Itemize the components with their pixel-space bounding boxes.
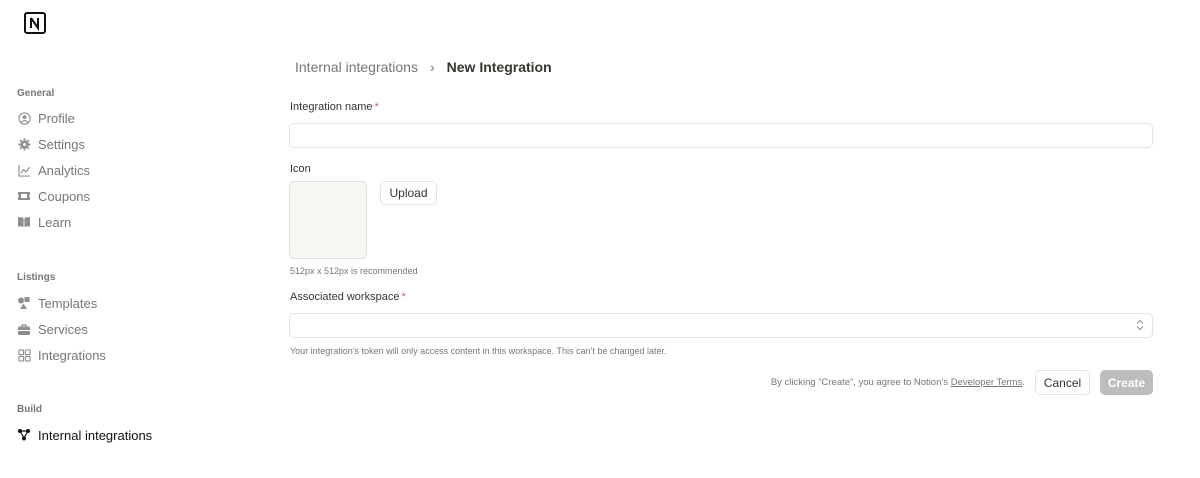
integration-name-input[interactable] [290, 124, 1168, 147]
sidebar-item-label: Services [38, 321, 88, 337]
sidebar-item-learn[interactable]: Learn [17, 211, 71, 233]
sidebar-item-analytics[interactable]: Analytics [17, 159, 90, 181]
required-marker: * [374, 101, 379, 113]
sidebar-item-label: Templates [38, 295, 98, 311]
integration-name-label-text: Integration name [290, 101, 373, 113]
sidebar-item-label: Internal integrations [38, 427, 153, 443]
upload-button[interactable]: Upload [380, 181, 437, 205]
integration-name-label: Integration name * [290, 101, 379, 113]
sidebar-item-profile[interactable]: Profile [17, 107, 75, 129]
shapes-icon [17, 296, 31, 310]
chevron-right-icon: › [429, 59, 435, 75]
graph-icon [17, 428, 31, 442]
developer-terms-notice: By clicking “Create”, you agree to Notio… [771, 377, 1025, 388]
associated-workspace-label-text: Associated workspace [290, 291, 400, 303]
sidebar-item-coupons[interactable]: Coupons [17, 185, 90, 207]
terms-prefix: By clicking “Create”, you agree to Notio… [770, 377, 951, 388]
required-marker: * [401, 291, 406, 303]
briefcase-icon [17, 322, 31, 336]
page-title: New Integration [446, 59, 552, 75]
terms-suffix: . [1022, 377, 1025, 388]
chevron-up-down-icon [1136, 319, 1144, 332]
cancel-button[interactable]: Cancel [1035, 370, 1090, 395]
grid-icon [17, 348, 31, 362]
icon-label: Icon [290, 163, 311, 175]
analytics-icon [17, 163, 31, 177]
developer-terms-link[interactable]: Developer Terms [951, 377, 1023, 388]
sidebar-item-label: Integrations [38, 347, 106, 363]
sidebar-item-integrations[interactable]: Integrations [17, 344, 106, 366]
section-title-build: Build [17, 404, 42, 415]
icon-size-hint: 512px x 512px is recommended [290, 266, 418, 276]
sidebar: General Profile Settings Analytics Coupo… [0, 0, 260, 478]
integration-name-field[interactable] [289, 123, 1168, 148]
gear-icon [17, 137, 31, 151]
create-button[interactable]: Create [1100, 370, 1153, 395]
section-title-general: General [17, 88, 55, 99]
profile-icon [17, 111, 31, 125]
associated-workspace-label: Associated workspace * [290, 291, 406, 303]
breadcrumb-internal-integrations-link[interactable]: Internal integrations [295, 59, 418, 75]
sidebar-item-templates[interactable]: Templates [17, 292, 97, 314]
breadcrumb: Internal integrations › New Integration [295, 59, 552, 75]
workspace-select[interactable] [289, 313, 1153, 338]
section-title-listings: Listings [17, 272, 56, 283]
book-icon [17, 215, 31, 229]
icon-preview[interactable] [289, 181, 367, 259]
workspace-hint: Your integration’s token will only acces… [290, 346, 667, 356]
sidebar-item-internal-integrations[interactable]: Internal integrations [17, 424, 152, 446]
ticket-icon [17, 189, 31, 203]
sidebar-item-settings[interactable]: Settings [17, 133, 85, 155]
sidebar-item-services[interactable]: Services [17, 318, 88, 340]
sidebar-item-label: Learn [38, 214, 72, 230]
sidebar-item-label: Analytics [38, 162, 91, 178]
sidebar-item-label: Coupons [38, 188, 91, 204]
sidebar-item-label: Settings [38, 136, 85, 152]
sidebar-item-label: Profile [38, 110, 75, 126]
